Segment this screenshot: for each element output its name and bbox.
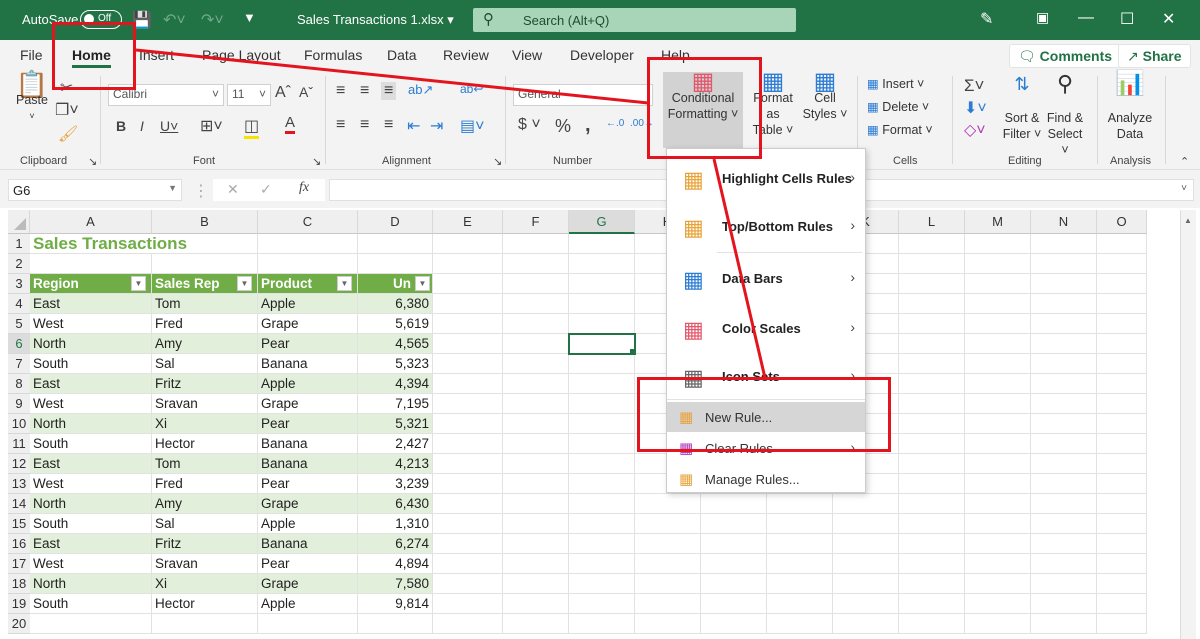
annotation-line-home-to-cf: [135, 48, 649, 105]
annotation-line-cf-to-new-rule: [712, 158, 767, 379]
fill-handle[interactable]: [630, 349, 635, 354]
annotation-arrows: [135, 48, 767, 379]
cell-g6[interactable]: [568, 333, 636, 355]
cell-a1[interactable]: Sales Transactions: [30, 234, 187, 254]
